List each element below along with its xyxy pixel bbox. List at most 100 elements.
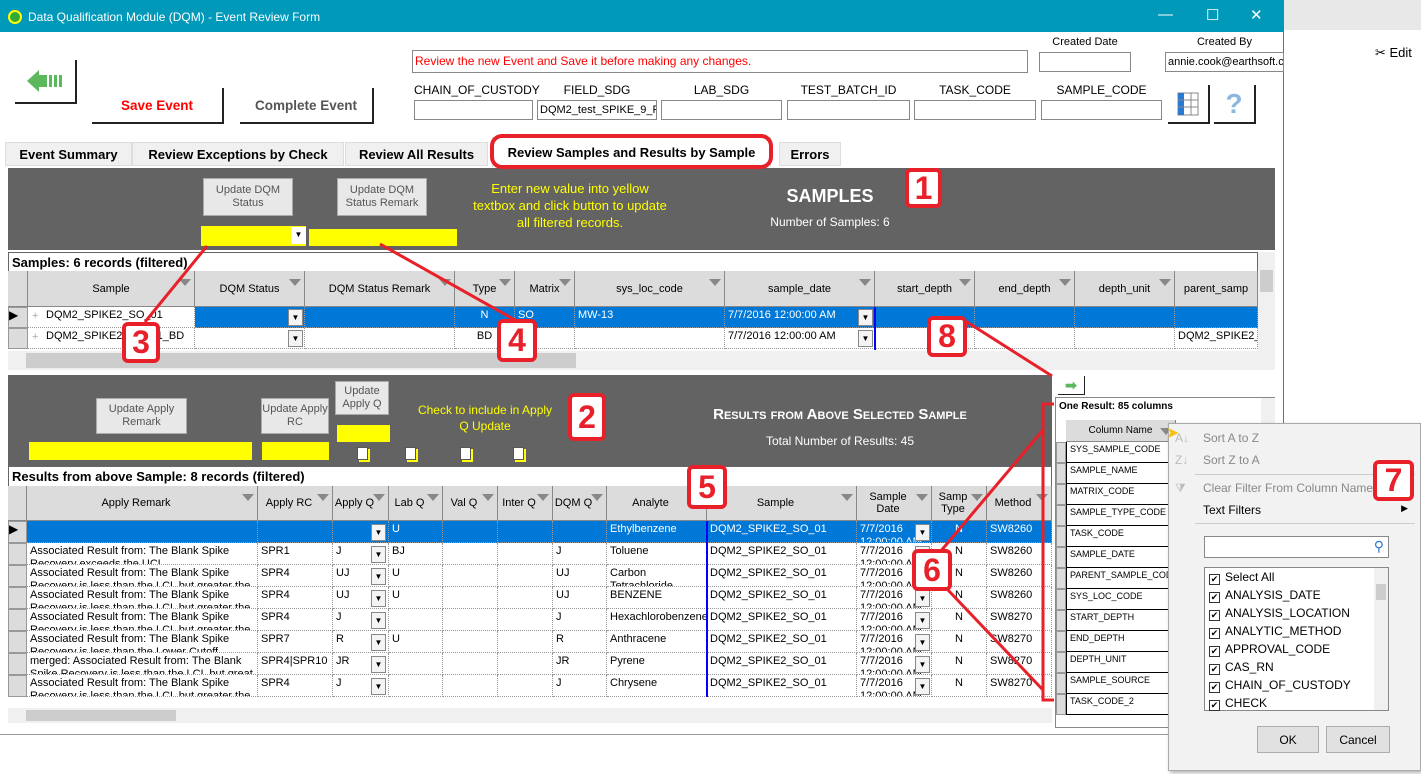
samples-col-parent_samp[interactable]: parent_samp [1175,271,1258,307]
chevron-down-icon[interactable]: ▼ [371,524,386,541]
close-button[interactable]: ✕ [1250,6,1263,24]
include-val-q-checkbox[interactable] [405,447,416,460]
include-inter-q-checkbox[interactable] [460,447,471,460]
field-input-chain-of-custody[interactable] [414,100,533,120]
row-selector[interactable] [1056,673,1066,694]
chevron-down-icon[interactable]: ▼ [371,568,386,585]
row-selector[interactable] [8,653,27,675]
row-selector[interactable] [1056,652,1066,673]
apply-rc-input[interactable] [262,442,329,460]
field-input-lab-sdg[interactable] [661,100,782,120]
expand-icon[interactable]: + [32,310,38,322]
samples-col-dqm-status[interactable]: DQM Status [195,271,305,307]
cancel-button[interactable]: Cancel [1326,726,1390,753]
results-cell[interactable]: SPR1 [258,543,333,565]
samples-horizontal-scrollbar[interactable] [8,351,1258,370]
chevron-down-icon[interactable]: ▼ [915,612,930,629]
row-selector[interactable] [8,587,27,609]
results-cell[interactable]: SPR7 [258,631,333,653]
results-cell[interactable]: Associated Result from: The Blank Spike … [27,609,258,631]
checkbox-icon[interactable]: ✔ [1209,664,1220,675]
ok-button[interactable]: OK [1257,726,1319,753]
filter-value-item[interactable]: ✔ ANALYSIS_DATE [1209,588,1321,603]
column-chooser-button[interactable] [1168,85,1210,124]
column-name-row[interactable]: SAMPLE_NAME [1066,463,1176,484]
filter-value-item[interactable]: ✔ Select All [1209,570,1274,585]
filter-icon[interactable] [537,494,549,501]
filter-value-item[interactable]: ✔ ANALYTIC_METHOD [1209,624,1341,639]
samples-col-sample[interactable]: Sample [28,271,195,307]
chevron-down-icon[interactable]: ▼ [858,330,873,347]
samples-col-sample_date[interactable]: sample_date [725,271,875,307]
chevron-down-icon[interactable]: ▼ [371,656,386,673]
column-name-row[interactable]: SYS_LOC_CODE [1066,589,1176,610]
samples-col-start_depth[interactable]: start_depth [875,271,975,307]
samples-col-end_depth[interactable]: end_depth [975,271,1075,307]
row-selector[interactable] [8,609,27,631]
complete-event-button[interactable]: Complete Event [240,88,374,124]
column-name-row[interactable]: END_DEPTH [1066,631,1176,652]
results-cell[interactable]: SPR4 [258,675,333,697]
filter-icon[interactable] [373,494,385,501]
created-date-field[interactable] [1039,52,1131,72]
chevron-down-icon[interactable]: ▼ [915,678,930,695]
samples-col-matrix[interactable]: Matrix [515,271,575,307]
samples-col-depth_unit[interactable]: depth_unit [1075,271,1175,307]
checkbox-icon[interactable]: ✔ [1209,628,1220,639]
filter-value-item[interactable]: ✔ APPROVAL_CODE [1209,642,1330,657]
results-cell[interactable] [27,521,258,543]
filter-icon[interactable] [559,279,571,286]
samples-col-type[interactable]: Type [455,271,515,307]
column-name-row[interactable]: SAMPLE_DATE [1066,547,1176,568]
checkbox-icon[interactable]: ✔ [1209,574,1220,585]
field-input-test-batch-id[interactable] [787,100,910,120]
results-col-apply-rc[interactable]: Apply RC [258,486,333,521]
column-name-row[interactable]: SYS_SAMPLE_CODE [1066,442,1176,463]
filter-value-item[interactable]: ✔ CHAIN_OF_CUSTODY [1209,678,1351,693]
samples-col-sys_loc_code[interactable]: sys_loc_code [575,271,725,307]
chevron-down-icon[interactable]: ▼ [915,590,930,607]
field-input-field-sdg[interactable]: DQM2_test_SPIKE_9_R [537,100,657,120]
results-col-inter-q[interactable]: Inter Q [498,486,553,521]
results-col-apply-remark[interactable]: Apply Remark [27,486,258,521]
chevron-down-icon[interactable]: ▼ [858,309,873,326]
results-horizontal-scrollbar[interactable] [8,708,1052,723]
filter-icon[interactable] [439,279,451,286]
chevron-down-icon[interactable]: ▼ [371,612,386,629]
field-input-task-code[interactable] [914,100,1036,120]
checkbox-icon[interactable]: ✔ [1209,646,1220,657]
filter-icon[interactable] [959,279,971,286]
results-cell[interactable]: SPR4 [258,609,333,631]
sort-z-to-a-item[interactable]: Z↓ Sort Z to A [1175,453,1260,467]
column-name-header[interactable]: Column Name [1066,420,1176,442]
chevron-down-icon[interactable]: ▼ [371,546,386,563]
filter-list-scrollbar[interactable] [1374,568,1388,710]
field-input-sample-code[interactable] [1041,100,1162,120]
results-col-sample-date[interactable]: Sample Date [857,486,932,521]
chevron-down-icon[interactable]: ▼ [288,309,303,326]
results-col-lab-q[interactable]: Lab Q [389,486,443,521]
column-name-row[interactable]: PARENT_SAMPLE_CODE [1066,568,1176,589]
filter-icon[interactable] [709,279,721,286]
row-selector[interactable] [8,328,28,349]
results-cell[interactable]: Associated Result from: The Blank Spike … [27,587,258,609]
samples-col-dqm-status-remark[interactable]: DQM Status Remark [305,271,455,307]
text-filters-item[interactable]: Text Filters ▶ [1203,503,1408,517]
help-icon[interactable]: ? [1214,85,1256,124]
filter-value-item[interactable]: ✔ CHECK [1209,696,1267,711]
row-selector[interactable] [1056,442,1066,463]
row-selector[interactable] [1056,589,1066,610]
filter-icon[interactable] [1159,279,1171,286]
tab-review-samples-and-results-by-sample[interactable]: Review Samples and Results by Sample [492,137,771,167]
apply-remark-input[interactable] [29,442,252,460]
results-col-val-q[interactable]: Val Q [443,486,498,521]
chevron-down-icon[interactable]: ▼ [915,634,930,651]
checkbox-icon[interactable]: ✔ [1209,700,1220,711]
row-selector[interactable] [1056,484,1066,505]
row-selector[interactable]: ▶ [8,521,27,543]
results-col-method[interactable]: Method [987,486,1052,521]
row-selector[interactable] [1056,463,1066,484]
filter-icon[interactable] [317,494,329,501]
chevron-down-icon[interactable]: ▼ [288,330,303,347]
update-apply-rc-button[interactable]: Update Apply RC [261,398,329,434]
